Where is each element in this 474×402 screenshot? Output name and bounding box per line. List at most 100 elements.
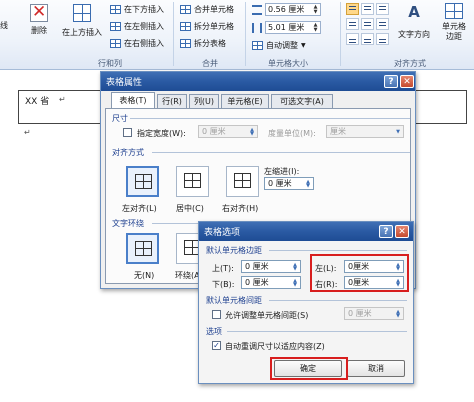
bottom-margin-label: 下(B): bbox=[212, 280, 235, 289]
spacing-input[interactable]: 0 厘米 ▲ ▼ bbox=[344, 307, 404, 320]
row-height-input[interactable]: 0.56 厘米 ▲ ▼ bbox=[265, 3, 321, 16]
paragraph-mark: ↵ bbox=[24, 128, 31, 137]
right-margin-value: 0厘米 bbox=[348, 278, 370, 287]
allow-spacing-checkbox[interactable] bbox=[212, 310, 221, 319]
indent-label: 左缩进(I): bbox=[264, 167, 300, 176]
indent-spinner[interactable]: ▲ ▼ bbox=[304, 179, 312, 188]
preferred-width-input[interactable]: 0 厘米 ▲ ▼ bbox=[198, 125, 258, 138]
document-cell-text[interactable]: XX 省 bbox=[25, 94, 49, 107]
indent-input[interactable]: 0 厘米 ▲ ▼ bbox=[264, 177, 314, 190]
text-direction-button[interactable]: A 文字方向 bbox=[394, 3, 434, 40]
insert-left-button[interactable]: 在左侧插入 bbox=[110, 21, 164, 32]
group-separator bbox=[245, 2, 246, 66]
align-top-left-button[interactable] bbox=[346, 3, 359, 15]
bottom-margin-spinner[interactable]: ▲ ▼ bbox=[291, 278, 299, 287]
right-margin-spinner[interactable]: ▲ ▼ bbox=[394, 278, 402, 287]
allow-spacing-label: 允许调整单元格间距(S) bbox=[225, 311, 309, 320]
right-margin-input[interactable]: 0厘米 ▲ ▼ bbox=[344, 276, 404, 289]
split-table-icon bbox=[180, 39, 191, 48]
measure-select[interactable]: 厘米 ▼ bbox=[326, 125, 404, 138]
bottom-margin-value: 0 厘米 bbox=[245, 278, 269, 287]
left-margin-value: 0厘米 bbox=[348, 262, 370, 271]
merge-cells-icon bbox=[180, 5, 191, 14]
table-properties-titlebar[interactable]: 表格属性 bbox=[101, 72, 415, 91]
merge-cells-button[interactable]: 合并单元格 bbox=[180, 4, 234, 15]
row-height-spinner[interactable]: ▲ ▼ bbox=[311, 4, 320, 15]
align-section-title: 对齐方式 bbox=[112, 148, 144, 157]
delete-button[interactable]: ✕ 删除 bbox=[24, 2, 54, 36]
delete-label: 删除 bbox=[31, 26, 47, 35]
measure-label: 度量单位(M): bbox=[268, 129, 316, 138]
close-button[interactable]: ✕ bbox=[400, 75, 414, 88]
align-center-option[interactable] bbox=[176, 166, 209, 197]
dialog-title: 表格选项 bbox=[204, 228, 241, 238]
partial-left-label: 线 bbox=[0, 21, 8, 30]
preferred-width-checkbox[interactable] bbox=[123, 128, 132, 137]
preferred-width-spinner[interactable]: ▲ ▼ bbox=[248, 127, 256, 136]
align-group-label: 对齐方式 bbox=[394, 59, 426, 68]
align-middle-left-button[interactable] bbox=[346, 18, 359, 30]
tab-column[interactable]: 列(U) bbox=[189, 94, 219, 108]
table-options-dialog: 表格选项 ? ✕ 默认单元格边距 上(T): 0 厘米 ▲ ▼ 下(B): 0 厘… bbox=[198, 221, 414, 384]
align-top-right-button[interactable] bbox=[376, 3, 389, 15]
insert-below-button[interactable]: 在下方插入 bbox=[110, 4, 164, 15]
section-divider bbox=[269, 250, 407, 251]
close-button[interactable]: ✕ bbox=[395, 225, 409, 238]
dialog-title: 表格属性 bbox=[106, 78, 143, 88]
bottom-margin-input[interactable]: 0 厘米 ▲ ▼ bbox=[241, 276, 301, 289]
left-margin-label: 左(L): bbox=[315, 264, 337, 273]
indent-value: 0 厘米 bbox=[268, 179, 292, 188]
autoresize-checkbox[interactable]: ✓ bbox=[212, 341, 221, 350]
cell-margins-button[interactable]: 单元格边距 bbox=[434, 3, 474, 42]
split-cells-icon bbox=[180, 22, 191, 31]
split-table-button[interactable]: 拆分表格 bbox=[180, 38, 226, 49]
split-cells-button[interactable]: 拆分单元格 bbox=[180, 21, 234, 32]
ok-button[interactable]: 确定 bbox=[274, 360, 342, 377]
insert-above-button[interactable]: 在上方插入 bbox=[60, 4, 104, 38]
measure-value: 厘米 bbox=[330, 127, 346, 136]
insert-right-button[interactable]: 在右侧插入 bbox=[110, 38, 164, 49]
top-margin-input[interactable]: 0 厘米 ▲ ▼ bbox=[241, 260, 301, 273]
insert-below-label: 在下方插入 bbox=[124, 5, 164, 14]
align-top-center-button[interactable] bbox=[361, 3, 374, 15]
tab-table[interactable]: 表格(T) bbox=[111, 92, 155, 108]
align-bottom-left-button[interactable] bbox=[346, 33, 359, 45]
preferred-width-label: 指定宽度(W): bbox=[137, 129, 186, 138]
tab-row[interactable]: 行(R) bbox=[157, 94, 187, 108]
align-right-option[interactable] bbox=[226, 166, 259, 197]
section-divider bbox=[269, 300, 407, 301]
insert-below-icon bbox=[110, 5, 121, 14]
insert-right-icon bbox=[110, 39, 121, 48]
wrap-none-icon bbox=[135, 241, 152, 256]
align-middle-right-button[interactable] bbox=[376, 18, 389, 30]
autofit-button[interactable]: 自动调整 ▼ bbox=[252, 40, 306, 51]
spacing-spinner[interactable]: ▲ ▼ bbox=[394, 309, 402, 318]
align-bottom-right-button[interactable] bbox=[376, 33, 389, 45]
help-button[interactable]: ? bbox=[379, 225, 393, 238]
align-center-icon bbox=[184, 173, 201, 188]
top-margin-spinner[interactable]: ▲ ▼ bbox=[291, 262, 299, 271]
wrap-none-option[interactable] bbox=[126, 233, 159, 264]
autoresize-label: 自动重调尺寸以适应内容(Z) bbox=[225, 342, 325, 351]
align-bottom-center-button[interactable] bbox=[361, 33, 374, 45]
section-divider bbox=[130, 118, 410, 119]
cancel-button[interactable]: 取消 bbox=[347, 360, 405, 377]
left-margin-input[interactable]: 0厘米 ▲ ▼ bbox=[344, 260, 404, 273]
tab-alt-text[interactable]: 可选文字(A) bbox=[271, 94, 333, 108]
align-left-icon bbox=[135, 174, 152, 189]
wrap-none-label: 无(N) bbox=[134, 271, 155, 280]
align-left-option[interactable] bbox=[126, 166, 159, 197]
split-table-label: 拆分表格 bbox=[194, 39, 226, 48]
section-divider bbox=[227, 331, 407, 332]
left-margin-spinner[interactable]: ▲ ▼ bbox=[394, 262, 402, 271]
chevron-down-icon: ▼ bbox=[396, 128, 400, 135]
insert-left-icon bbox=[110, 22, 121, 31]
delete-icon: ✕ bbox=[30, 2, 48, 22]
column-width-input[interactable]: 5.01 厘米 ▲ ▼ bbox=[265, 21, 321, 34]
help-button[interactable]: ? bbox=[384, 75, 398, 88]
column-width-spinner[interactable]: ▲ ▼ bbox=[311, 22, 320, 33]
insert-above-label: 在上方插入 bbox=[62, 28, 102, 37]
text-direction-label: 文字方向 bbox=[398, 30, 430, 39]
tab-cell[interactable]: 单元格(E) bbox=[221, 94, 269, 108]
align-middle-center-button[interactable] bbox=[361, 18, 374, 30]
